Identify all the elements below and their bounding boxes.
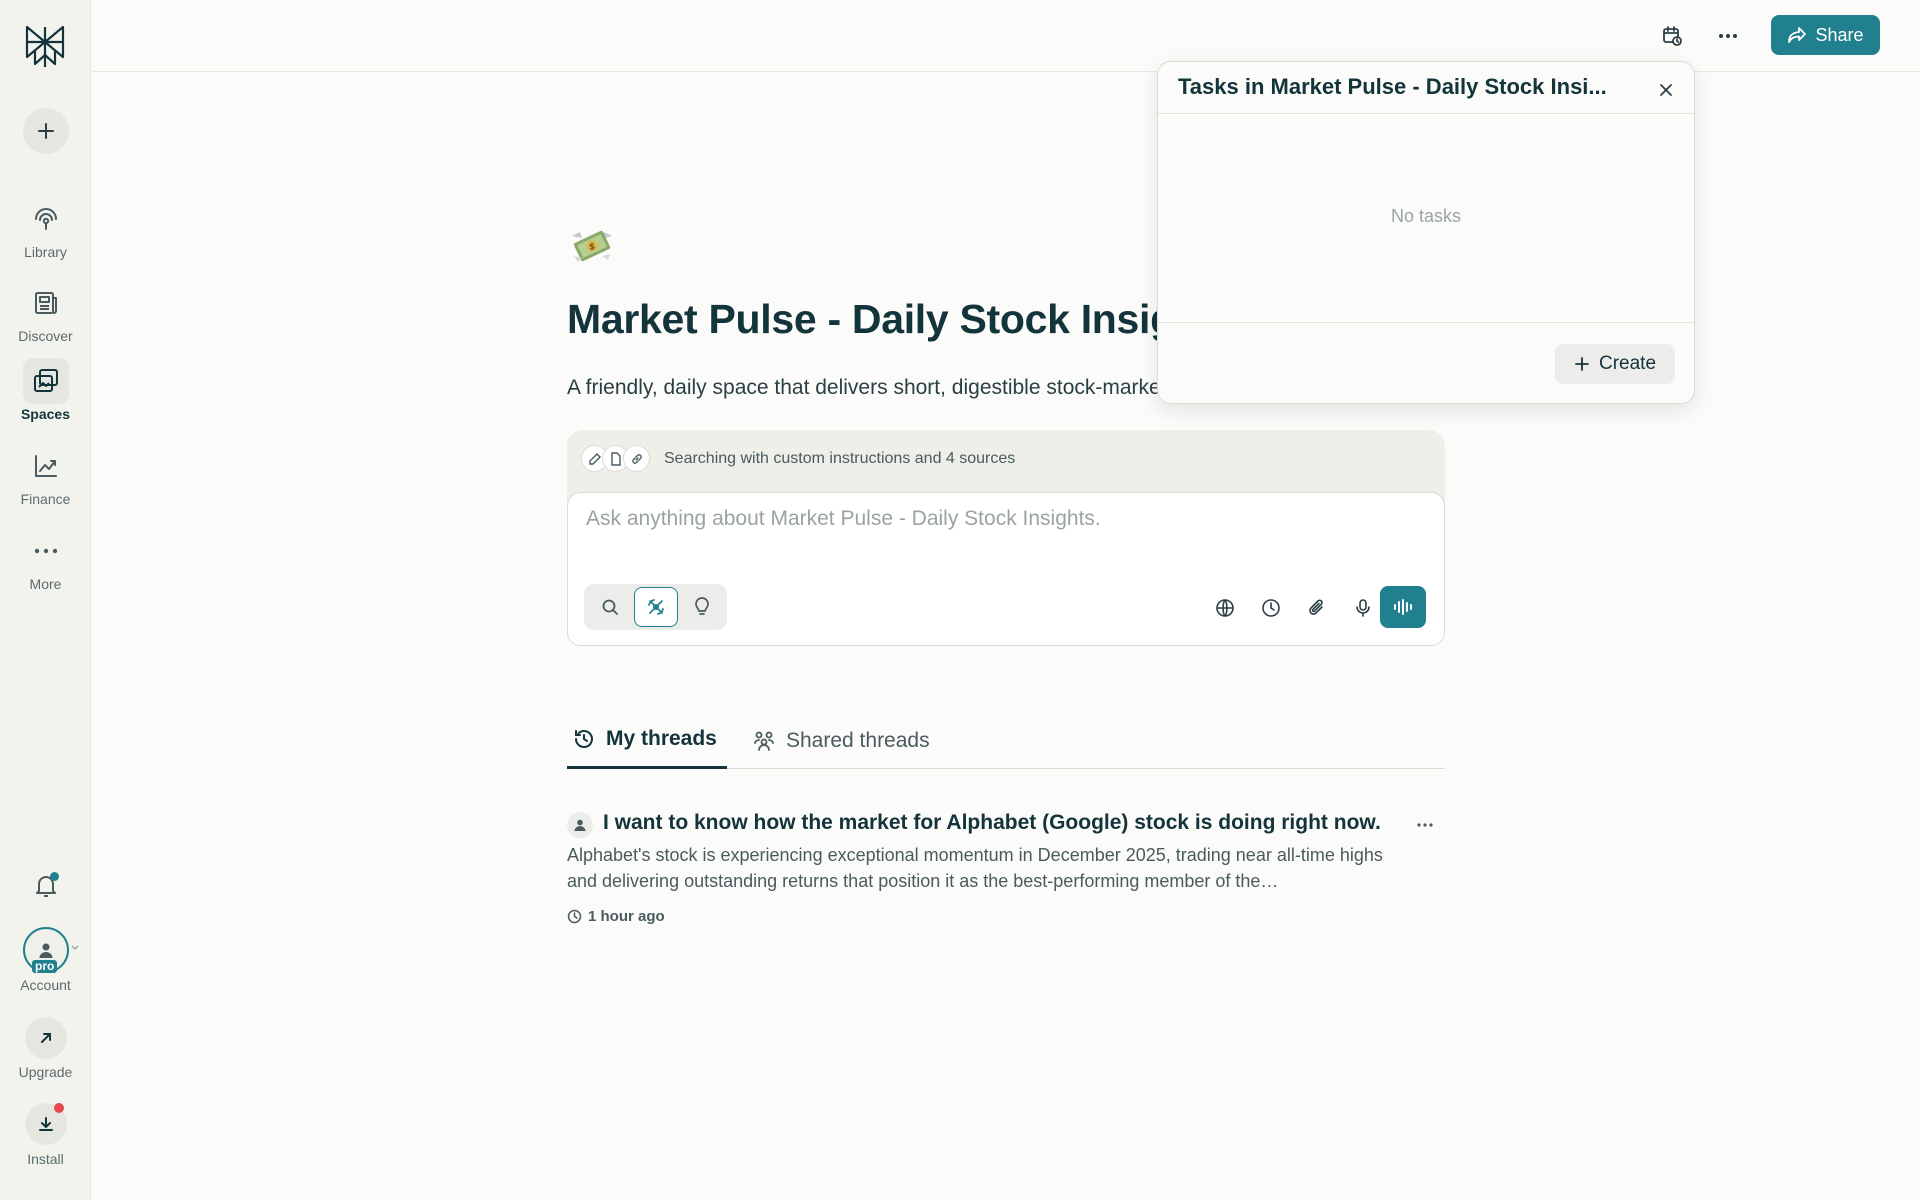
dictation-button[interactable] [1346, 591, 1380, 625]
user-icon [37, 941, 55, 959]
sidebar-item-label: More [29, 576, 62, 592]
more-horizontal-icon [1718, 33, 1738, 39]
space-emoji[interactable]: $ [568, 222, 616, 270]
plus-icon [36, 121, 56, 141]
thread-time-label: 1 hour ago [588, 908, 665, 925]
finance-icon [23, 443, 69, 489]
arrow-up-right-icon [38, 1030, 54, 1046]
sound-wave-icon [1392, 598, 1414, 616]
paperclip-icon [1307, 598, 1327, 618]
search-container: Searching with custom instructions and 4… [567, 430, 1445, 646]
tab-my-threads[interactable]: My threads [567, 712, 727, 769]
account-label: Account [20, 977, 71, 993]
research-icon [646, 597, 666, 617]
library-icon [23, 196, 69, 242]
search-icon [601, 598, 619, 616]
clock-icon [1261, 598, 1281, 618]
history-icon [572, 727, 596, 751]
chevron-down-icon[interactable] [70, 942, 80, 952]
upgrade-button[interactable] [25, 1017, 67, 1059]
more-icon [23, 528, 69, 574]
calendar-clock-icon [1661, 25, 1683, 47]
tasks-popover-footer: Create [1158, 322, 1694, 404]
sidebar: Library Discover Spaces Finance More pro… [0, 0, 91, 1200]
create-label: Create [1598, 353, 1657, 374]
sources-button[interactable] [1208, 591, 1242, 625]
link-icon [623, 445, 650, 472]
tasks-button[interactable] [1654, 18, 1690, 54]
plus-icon [1574, 356, 1590, 372]
tasks-popover-title: Tasks in Market Pulse - Daily Stock Insi… [1178, 74, 1607, 99]
download-icon [37, 1115, 55, 1133]
thread-tabs: My threads Shared threads [567, 712, 1445, 769]
install-alert-dot [54, 1103, 64, 1113]
source-icons [581, 445, 650, 472]
microphone-icon [1354, 598, 1372, 618]
pro-badge: pro [32, 960, 58, 973]
search-input[interactable] [586, 507, 1406, 531]
search-sources-text: Searching with custom instructions and 4… [664, 449, 1016, 467]
search-sources-bar[interactable]: Searching with custom instructions and 4… [581, 445, 1015, 472]
history-button[interactable] [1254, 591, 1288, 625]
sidebar-item-more[interactable]: More [0, 528, 91, 592]
sidebar-item-label: Finance [20, 491, 71, 507]
tab-label: Shared threads [786, 728, 930, 752]
tasks-empty-state: No tasks [1390, 206, 1462, 226]
sidebar-item-label: Discover [18, 328, 73, 344]
labs-mode-button[interactable] [680, 587, 724, 627]
more-horizontal-icon [1417, 823, 1433, 827]
sidebar-item-spaces[interactable]: Spaces [0, 358, 91, 422]
search-box [567, 492, 1445, 646]
new-thread-button[interactable] [23, 108, 69, 154]
share-label: Share [1815, 24, 1864, 45]
tasks-popover-header: Tasks in Market Pulse - Daily Stock Insi… [1158, 62, 1694, 114]
install-label: Install [27, 1151, 64, 1167]
perplexity-logo[interactable] [22, 24, 68, 70]
research-mode-button[interactable] [634, 587, 678, 627]
sidebar-item-label: Spaces [20, 406, 71, 422]
page-title[interactable]: Market Pulse - Daily Stock Insights [567, 296, 1236, 343]
svg-text:$: $ [589, 243, 595, 253]
share-button[interactable]: Share [1771, 15, 1880, 55]
tab-shared-threads[interactable]: Shared threads [752, 712, 930, 769]
sidebar-item-finance[interactable]: Finance [0, 443, 91, 507]
thread-timestamp: 1 hour ago [567, 908, 665, 925]
thread-options-button[interactable] [1411, 812, 1439, 838]
more-options-button[interactable] [1710, 18, 1746, 54]
thread-snippet[interactable]: Alphabet's stock is experiencing excepti… [567, 842, 1397, 894]
attach-button[interactable] [1300, 591, 1334, 625]
create-task-button[interactable]: Create [1555, 344, 1675, 384]
tab-label: My threads [606, 727, 717, 750]
sidebar-item-discover[interactable]: Discover [0, 280, 91, 344]
tasks-popover: Tasks in Market Pulse - Daily Stock Insi… [1157, 61, 1695, 404]
discover-icon [23, 280, 69, 326]
close-button[interactable] [1654, 78, 1678, 102]
lightbulb-icon [694, 597, 710, 617]
notification-dot [50, 872, 59, 881]
share-icon [1787, 26, 1807, 44]
thread-title[interactable]: I want to know how the market for Alphab… [603, 811, 1381, 835]
sidebar-item-label: Library [24, 244, 67, 260]
voice-mode-button[interactable] [1380, 586, 1426, 628]
page-description[interactable]: A friendly, daily space that delivers sh… [567, 376, 1249, 400]
clock-icon [567, 909, 582, 924]
sidebar-item-library[interactable]: Library [0, 196, 91, 260]
search-mode-button[interactable] [588, 587, 632, 627]
spaces-icon [22, 358, 69, 404]
notifications-button[interactable] [30, 870, 62, 902]
thread-author-avatar [567, 812, 593, 838]
close-icon [1659, 83, 1673, 97]
upgrade-label: Upgrade [18, 1064, 73, 1080]
globe-icon [1215, 598, 1235, 618]
users-icon [752, 729, 776, 753]
search-mode-toggle [584, 584, 727, 630]
install-button[interactable] [25, 1103, 67, 1145]
